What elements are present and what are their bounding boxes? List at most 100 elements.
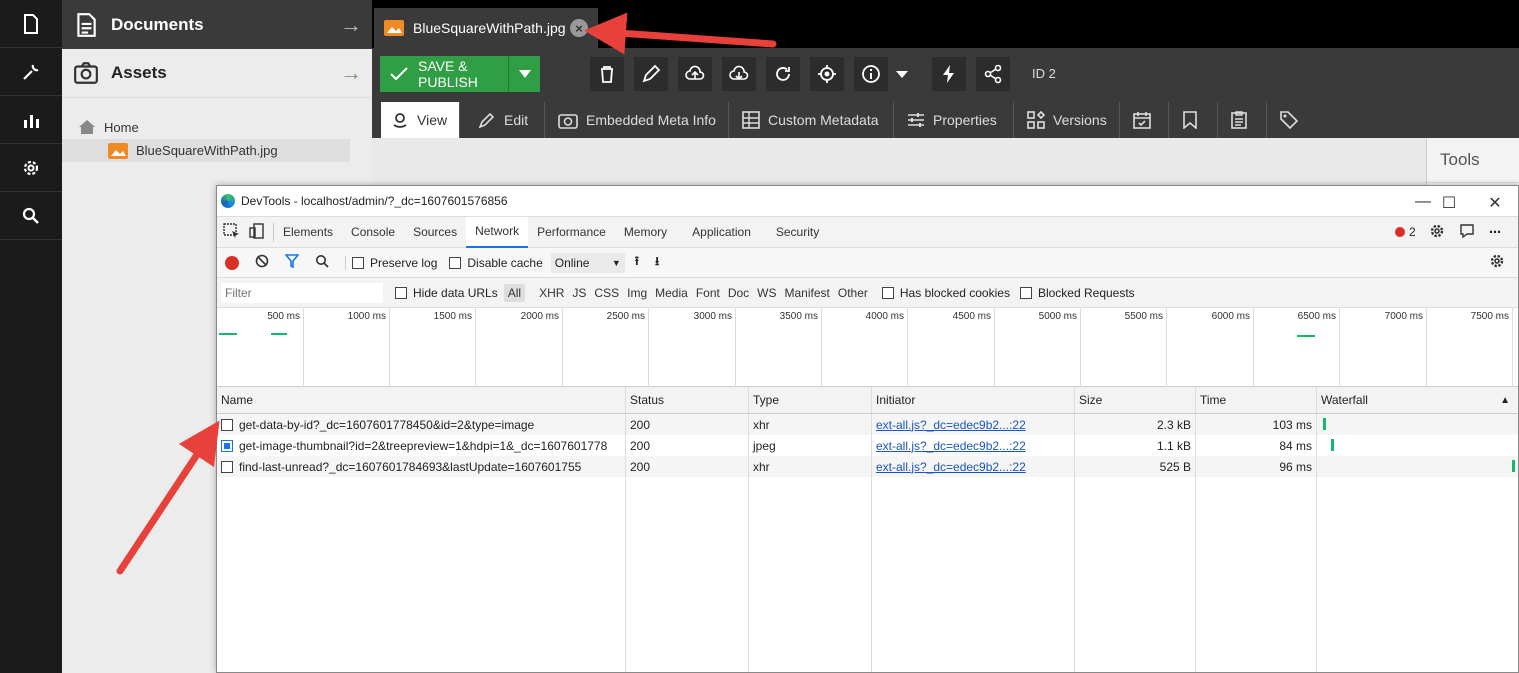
- tab-properties[interactable]: Properties: [897, 102, 1014, 138]
- tab-versions[interactable]: Versions: [1017, 102, 1120, 138]
- filter-type-all[interactable]: All: [503, 283, 526, 302]
- filter-type-other[interactable]: Other: [834, 286, 872, 300]
- network-overview-timeline[interactable]: 500 ms 1000 ms 1500 ms 2000 ms 2500 ms 3…: [217, 307, 1518, 387]
- analytics-nav-button[interactable]: [0, 96, 62, 144]
- editor-tab[interactable]: BlueSquareWithPath.jpg ×: [374, 8, 598, 48]
- column-header-waterfall[interactable]: Waterfall ▲: [1317, 387, 1518, 413]
- tab-edit[interactable]: Edit: [468, 102, 545, 138]
- quick-action-button[interactable]: [932, 57, 966, 91]
- table-row[interactable]: find-last-unread?_dc=1607601784693&lastU…: [217, 456, 1518, 477]
- timeline-tick: 500 ms: [217, 307, 304, 387]
- save-publish-button[interactable]: SAVE & PUBLISH: [380, 56, 540, 92]
- arrow-right-icon[interactable]: →: [340, 60, 362, 86]
- table-row[interactable]: get-data-by-id?_dc=1607601778450&id=2&ty…: [217, 414, 1518, 435]
- tab-tags[interactable]: [1270, 102, 1316, 138]
- filter-type-js[interactable]: JS: [568, 286, 590, 300]
- tab-security[interactable]: Security: [767, 217, 828, 248]
- table-header: Name Status Type Initiator Size Time Wat…: [217, 387, 1518, 414]
- filter-type-css[interactable]: CSS: [590, 286, 623, 300]
- assets-panel-header[interactable]: Assets →: [62, 49, 372, 98]
- feedback-icon[interactable]: [1459, 223, 1475, 242]
- column-header-size[interactable]: Size: [1075, 387, 1196, 413]
- arrow-right-icon[interactable]: →: [340, 12, 362, 38]
- column-header-name[interactable]: Name: [217, 387, 626, 413]
- reload-button[interactable]: [766, 57, 800, 91]
- table-row[interactable]: get-image-thumbnail?id=2&treepreview=1&h…: [217, 435, 1518, 456]
- initiator-link[interactable]: ext-all.js?_dc=edec9b2...:22: [872, 435, 1075, 456]
- column-header-type[interactable]: Type: [749, 387, 872, 413]
- blocked-requests-checkbox[interactable]: Blocked Requests: [1019, 286, 1135, 300]
- checkbox-box: [352, 256, 364, 269]
- status-cell: 200: [626, 435, 749, 456]
- tree-node-file[interactable]: BlueSquareWithPath.jpg: [62, 139, 350, 162]
- preserve-log-checkbox[interactable]: Preserve log: [345, 255, 437, 270]
- filter-type-media[interactable]: Media: [651, 286, 692, 300]
- column-header-initiator[interactable]: Initiator: [872, 387, 1075, 413]
- tab-sources[interactable]: Sources: [404, 217, 466, 248]
- tab-embedded-meta-info[interactable]: Embedded Meta Info: [548, 102, 729, 138]
- tab-elements[interactable]: Elements: [274, 217, 342, 248]
- network-settings-icon[interactable]: [1489, 253, 1505, 272]
- settings-nav-button[interactable]: [0, 144, 62, 192]
- documents-nav-button[interactable]: [0, 0, 62, 48]
- import-har-icon[interactable]: ⭱: [635, 252, 639, 273]
- calendar-icon: [1133, 111, 1151, 129]
- maximize-icon[interactable]: ☐: [1439, 193, 1459, 213]
- export-har-icon[interactable]: ⭳: [655, 252, 659, 273]
- close-tab-icon[interactable]: ×: [570, 19, 588, 37]
- filter-input[interactable]: [221, 282, 383, 303]
- tab-performance[interactable]: Performance: [528, 217, 615, 248]
- filter-icon[interactable]: [284, 254, 300, 271]
- settings-icon[interactable]: [1429, 223, 1445, 242]
- tab-schedule[interactable]: [1123, 102, 1169, 138]
- download-button[interactable]: [722, 57, 756, 91]
- tab-network[interactable]: Network: [466, 216, 529, 248]
- share-button[interactable]: [976, 57, 1010, 91]
- save-dropdown-button[interactable]: [508, 56, 540, 92]
- inspect-element-icon[interactable]: [217, 222, 247, 242]
- tab-application[interactable]: Application: [676, 217, 767, 248]
- throttle-select[interactable]: Online ▼: [550, 252, 625, 273]
- tools-nav-button[interactable]: [0, 48, 62, 96]
- devtools-titlebar[interactable]: DevTools - localhost/admin/?_dc=16076015…: [217, 186, 1518, 216]
- upload-button[interactable]: [678, 57, 712, 91]
- filter-type-ws[interactable]: WS: [753, 286, 780, 300]
- focal-point-button[interactable]: [810, 57, 844, 91]
- filter-type-manifest[interactable]: Manifest: [781, 286, 834, 300]
- device-toolbar-icon[interactable]: [247, 222, 274, 242]
- record-icon[interactable]: [225, 255, 239, 270]
- delete-button[interactable]: [590, 57, 624, 91]
- filter-type-font[interactable]: Font: [692, 286, 724, 300]
- search-icon[interactable]: [315, 254, 329, 271]
- error-counter[interactable]: 2: [1395, 225, 1416, 239]
- type-cell: xhr: [749, 414, 872, 435]
- clear-icon[interactable]: [255, 254, 269, 271]
- tab-view[interactable]: View: [381, 102, 460, 138]
- tab-custom-metadata[interactable]: Custom Metadata: [732, 102, 894, 138]
- filter-type-xhr[interactable]: XHR: [535, 286, 568, 300]
- hide-data-urls-checkbox[interactable]: Hide data URLs: [395, 286, 498, 300]
- tree-node-home[interactable]: Home: [78, 119, 139, 135]
- tools-panel-title: Tools: [1427, 138, 1519, 183]
- documents-panel-header[interactable]: Documents →: [62, 0, 372, 49]
- close-window-icon[interactable]: ✕: [1485, 193, 1505, 213]
- minimize-icon[interactable]: —: [1413, 193, 1433, 211]
- tab-memory[interactable]: Memory: [615, 217, 676, 248]
- search-nav-button[interactable]: [0, 192, 62, 240]
- initiator-link[interactable]: ext-all.js?_dc=edec9b2...:22: [872, 456, 1075, 477]
- disable-cache-checkbox[interactable]: Disable cache: [449, 256, 543, 270]
- info-button[interactable]: [854, 57, 888, 91]
- edit-image-button[interactable]: [634, 57, 668, 91]
- checkbox-box: [881, 286, 894, 299]
- tab-tasks[interactable]: [1221, 102, 1267, 138]
- more-options-icon[interactable]: ⋯: [1489, 225, 1501, 239]
- initiator-link[interactable]: ext-all.js?_dc=edec9b2...:22: [872, 414, 1075, 435]
- filter-type-img[interactable]: Img: [623, 286, 651, 300]
- has-blocked-cookies-checkbox[interactable]: Has blocked cookies: [881, 286, 1010, 300]
- tab-notes[interactable]: [1172, 102, 1218, 138]
- column-header-time[interactable]: Time: [1196, 387, 1317, 413]
- more-dropdown-button[interactable]: [890, 57, 914, 91]
- filter-type-doc[interactable]: Doc: [724, 286, 753, 300]
- column-header-status[interactable]: Status: [626, 387, 749, 413]
- tab-console[interactable]: Console: [342, 217, 404, 248]
